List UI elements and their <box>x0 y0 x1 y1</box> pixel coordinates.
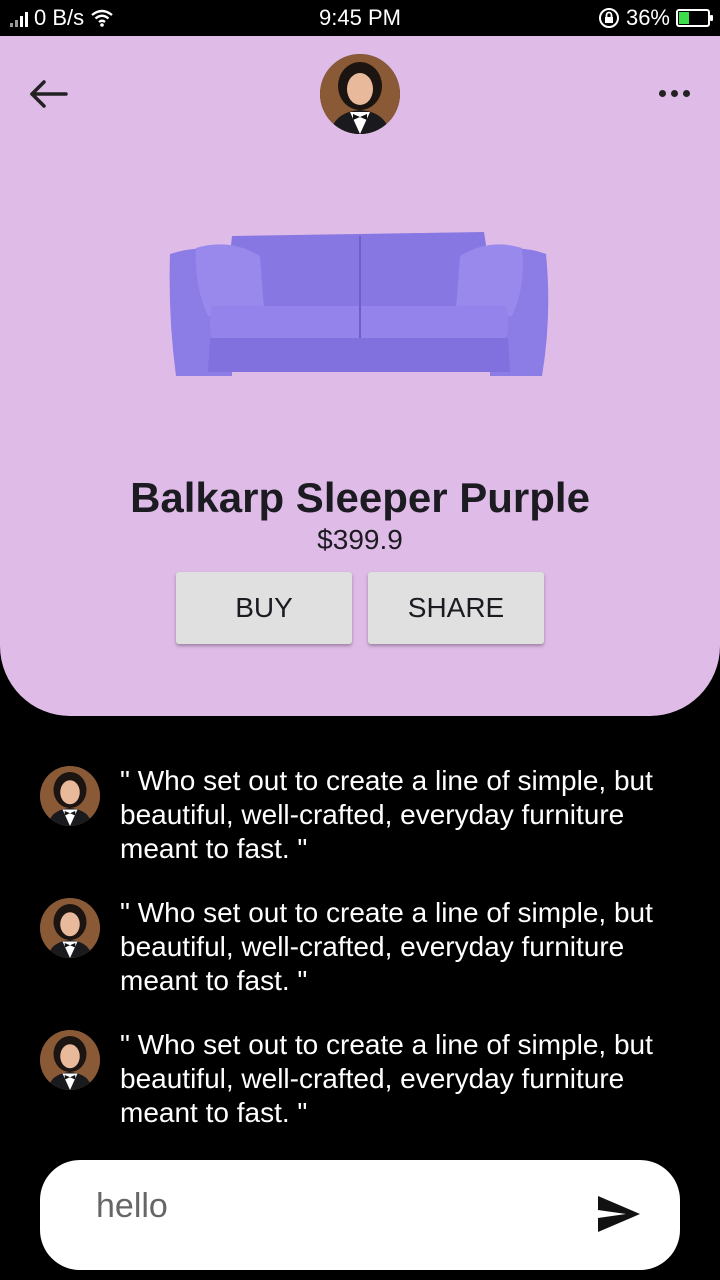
person-avatar-icon <box>40 766 100 826</box>
more-horizontal-icon <box>658 89 666 97</box>
comment-text: " Who set out to create a line of simple… <box>120 1029 653 1128</box>
message-composer <box>40 1160 680 1270</box>
person-avatar-icon <box>40 1030 100 1090</box>
arrow-left-icon <box>30 80 68 108</box>
more-button[interactable] <box>654 78 694 108</box>
product-image-sofa <box>169 232 549 376</box>
status-bar: 0 B/s 9:45 PM 36% <box>0 0 720 36</box>
rotation-lock-icon <box>598 8 619 28</box>
person-avatar-icon <box>40 898 100 958</box>
product-title: Balkarp Sleeper Purple <box>130 474 590 521</box>
message-input[interactable] <box>96 1180 576 1232</box>
send-button[interactable] <box>596 1194 642 1234</box>
comment-item: " Who set out to create a line of simple… <box>0 764 720 896</box>
commenter-avatar[interactable] <box>40 766 100 826</box>
screen: 0 B/s 9:45 PM 36% Balkarp Sleeper Purple… <box>0 0 720 1280</box>
battery-level <box>679 12 690 24</box>
share-button[interactable]: SHARE <box>368 572 544 644</box>
battery-percent: 36% <box>625 5 670 30</box>
product-card: Balkarp Sleeper Purple $399.9 BUY SHARE <box>0 36 720 716</box>
seller-avatar[interactable] <box>320 54 400 134</box>
comment-text: " Who set out to create a line of simple… <box>120 897 653 996</box>
product-price: $399.9 <box>317 524 403 555</box>
buy-button[interactable]: BUY <box>176 572 352 644</box>
comment-item: " Who set out to create a line of simple… <box>0 1028 720 1160</box>
commenter-avatar[interactable] <box>40 898 100 958</box>
comment-list: " Who set out to create a line of simple… <box>0 764 720 1160</box>
comment-item: " Who set out to create a line of simple… <box>0 896 720 1028</box>
battery-charging-icon <box>676 9 713 27</box>
person-avatar-icon <box>320 54 400 134</box>
send-icon <box>598 1196 640 1232</box>
back-button[interactable] <box>26 74 70 114</box>
commenter-avatar[interactable] <box>40 1030 100 1090</box>
status-right: 36% <box>598 5 713 31</box>
comment-text: " Who set out to create a line of simple… <box>120 765 653 864</box>
